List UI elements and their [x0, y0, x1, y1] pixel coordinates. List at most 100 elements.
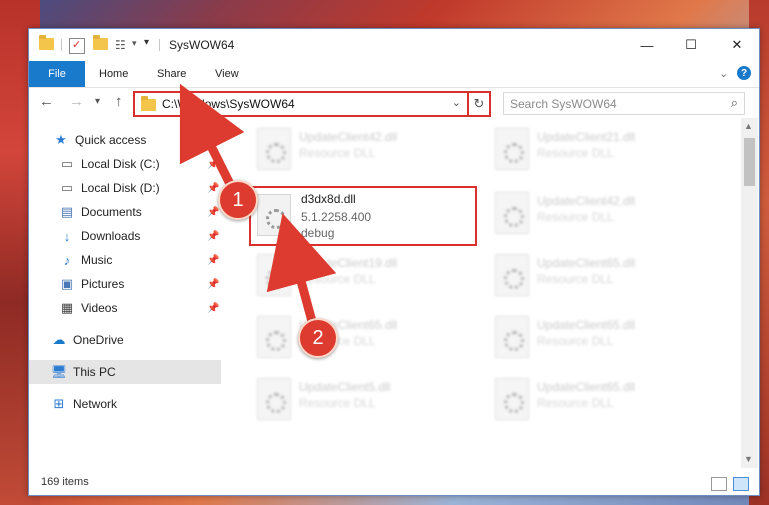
sidebar-item-label: Videos [81, 301, 118, 315]
tab-share[interactable]: Share [157, 61, 186, 87]
pin-icon[interactable]: 📌 [207, 207, 219, 218]
file-item[interactable]: UpdateClient42.dll Resource DLL [487, 186, 707, 236]
file-type: Resource DLL [299, 146, 376, 160]
minimize-button[interactable]: — [625, 29, 669, 61]
file-item[interactable]: UpdateClient5.dll Resource DLL [249, 372, 469, 422]
search-box[interactable]: Search SysWOW64 ⌕ [503, 92, 745, 115]
file-item[interactable]: UpdateClient19.dll Resource DLL [249, 248, 469, 298]
sidebar-item-label: This PC [73, 365, 116, 379]
file-name: UpdateClient65.dll [537, 380, 636, 394]
sidebar-item-quick-access[interactable]: ★ Quick access [53, 128, 221, 152]
dll-file-icon [257, 194, 291, 236]
details-view-icon[interactable] [711, 477, 727, 491]
refresh-button[interactable]: ↻ [467, 91, 491, 117]
file-type: Resource DLL [537, 272, 614, 286]
file-name: UpdateClient42.dll [537, 194, 636, 208]
file-item[interactable]: UpdateClient65.dll Resource DLL [487, 310, 707, 360]
sidebar-item-label: Local Disk (C:) [81, 157, 160, 171]
pin-icon[interactable]: 📌 [207, 279, 219, 290]
divider [159, 39, 160, 51]
file-item-d3dx8d[interactable]: d3dx8d.dll 5.1.2258.400 debug [249, 186, 477, 246]
large-icons-view-icon[interactable] [733, 477, 749, 491]
address-path: C:\Windows\SysWOW64 [162, 97, 295, 111]
sidebar-item-videos[interactable]: ▦ Videos 📌 [59, 296, 221, 320]
customize-toolbar-icon[interactable]: ☷ [115, 38, 129, 52]
music-icon: ♪ [63, 252, 71, 268]
close-button[interactable]: ✕ [715, 29, 759, 61]
file-name: UpdateClient21.dll [537, 130, 636, 144]
sidebar-item-pictures[interactable]: ▣ Pictures 📌 [59, 272, 221, 296]
chevron-down-icon[interactable]: ▾ [132, 38, 137, 49]
sidebar-item-label: Quick access [75, 133, 147, 147]
file-type: Resource DLL [537, 334, 614, 348]
file-type: Resource DLL [299, 396, 376, 410]
sidebar-item-music[interactable]: ♪ Music 📌 [59, 248, 221, 272]
item-count: 169 items [41, 476, 89, 488]
star-icon: ★ [55, 132, 67, 147]
pictures-icon: ▣ [60, 276, 74, 291]
sidebar-item-label: Music [81, 253, 113, 267]
navigation-bar: ← → ▾ ↑ C:\Windows\SysWOW64 ⌄ ↻ Search S… [29, 88, 759, 118]
tab-view[interactable]: View [215, 61, 239, 87]
ribbon-tabs: File Home Share View ⌄ ? [29, 61, 759, 88]
annotation-step-2: 2 [298, 318, 338, 358]
search-icon[interactable]: ⌕ [731, 95, 738, 111]
network-icon: ⊞ [53, 396, 65, 411]
file-item[interactable]: UpdateClient42.dll Resource DLL [249, 122, 469, 172]
back-arrow-icon[interactable]: ← [39, 93, 54, 110]
folder-icon [39, 35, 54, 50]
properties-icon[interactable]: ✓ [69, 38, 85, 54]
folder-icon [141, 96, 156, 111]
up-arrow-icon[interactable]: ↑ [115, 93, 123, 110]
documents-icon: ▤ [60, 204, 74, 219]
sidebar-item-local-disk-d[interactable]: ▭ Local Disk (D:) 📌 [59, 176, 221, 200]
scrollbar-thumb[interactable] [744, 138, 755, 186]
file-type: Resource DLL [537, 396, 614, 410]
sidebar-item-downloads[interactable]: ↓ Downloads 📌 [59, 224, 221, 248]
explorer-window: ✓ ☷ ▾ ▾ SysWOW64 — ☐ ✕ File Home Share V… [28, 28, 760, 496]
dll-file-icon [495, 254, 529, 296]
drive-icon: ▭ [60, 156, 74, 171]
pin-icon[interactable]: 📌 [207, 303, 219, 314]
pin-icon[interactable]: 📌 [207, 159, 219, 170]
expand-ribbon-icon[interactable]: ⌄ [719, 67, 728, 80]
recent-locations-icon[interactable]: ▾ [95, 96, 100, 107]
file-item[interactable]: UpdateClient65.dll Resource DLL [487, 372, 707, 422]
file-item[interactable]: UpdateClient21.dll Resource DLL [487, 122, 707, 172]
sidebar-item-this-pc[interactable]: 🖥 This PC [29, 360, 221, 384]
download-icon: ↓ [63, 228, 71, 244]
tab-home[interactable]: Home [99, 61, 128, 87]
pin-icon[interactable]: 📌 [207, 183, 219, 194]
refresh-icon: ↻ [473, 96, 485, 111]
vertical-scrollbar[interactable]: ▲ ▼ [741, 118, 758, 468]
maximize-button[interactable]: ☐ [669, 29, 713, 61]
address-bar[interactable]: C:\Windows\SysWOW64 ⌄ [133, 91, 469, 117]
file-name: UpdateClient19.dll [299, 256, 398, 270]
sidebar-item-local-disk-c[interactable]: ▭ Local Disk (C:) 📌 [59, 152, 221, 176]
file-name: UpdateClient65.dll [537, 256, 636, 270]
search-placeholder: Search SysWOW64 [510, 97, 617, 111]
chevron-down-icon[interactable]: ▾ [144, 37, 149, 48]
file-name: UpdateClient65.dll [537, 318, 636, 332]
file-item[interactable]: UpdateClient65.dll Resource DLL [487, 248, 707, 298]
file-item[interactable]: UpdateClient65.dll Resource DLL [249, 310, 469, 360]
sidebar-item-documents[interactable]: ▤ Documents 📌 [59, 200, 221, 224]
sidebar-item-network[interactable]: ⊞ Network [51, 392, 221, 416]
pin-icon[interactable]: 📌 [207, 255, 219, 266]
chevron-down-icon[interactable]: ⌄ [452, 96, 461, 109]
computer-icon: 🖥 [50, 364, 68, 379]
pin-icon[interactable]: 📌 [207, 231, 219, 242]
dll-file-icon [495, 378, 529, 420]
dll-file-icon [257, 378, 291, 420]
file-version: 5.1.2258.400 [301, 210, 372, 224]
sidebar-item-onedrive[interactable]: ☁ OneDrive [51, 328, 221, 352]
forward-arrow-icon[interactable]: → [69, 93, 84, 110]
scroll-down-icon[interactable]: ▼ [744, 454, 753, 464]
dll-file-icon [257, 316, 291, 358]
new-folder-icon[interactable] [93, 35, 108, 50]
tab-file[interactable]: File [29, 61, 85, 87]
help-icon[interactable]: ? [737, 66, 751, 80]
divider [61, 39, 62, 51]
file-description: debug [301, 226, 335, 240]
scroll-up-icon[interactable]: ▲ [744, 121, 753, 131]
